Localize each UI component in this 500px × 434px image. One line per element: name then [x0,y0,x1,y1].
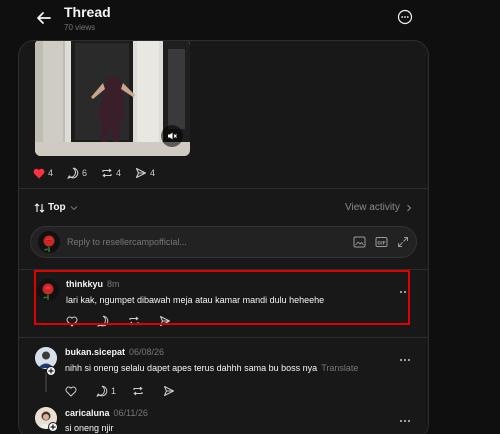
like-button[interactable]: 4 [33,168,53,179]
comment-reply-button[interactable] [97,315,112,327]
comment-text: lari kak, ngumpet dibawah meja atau kama… [66,295,325,305]
sort-dropdown[interactable]: Top [34,202,78,213]
speaker-muted-icon [168,132,177,140]
top-bar: Thread 70 views [0,0,500,40]
like-count: 4 [48,168,54,178]
svg-text:GIF: GIF [377,240,385,246]
reply-composer[interactable]: Reply to resellercampofficial... GIF [30,226,417,258]
mute-button[interactable] [161,125,183,147]
sort-label: Top [48,202,66,213]
post-video[interactable] [35,41,190,156]
comment-time: 06/11/26 [113,408,148,418]
expand-icon [398,237,408,247]
sort-arrows-icon [34,202,45,213]
send-icon [164,386,175,396]
more-circle-icon [397,9,413,25]
repost-icon [133,386,143,396]
comment-time: 8m [107,279,120,289]
more-options-button[interactable] [397,9,413,25]
comment-time: 06/08/26 [129,347,165,357]
comment-text: si oneng njir [65,423,114,433]
repost-button[interactable]: 4 [101,167,121,179]
comment-item: bukan.sicepat 06/08/26 nihh si oneng sela… [19,341,428,401]
comment-more-button[interactable] [399,410,411,423]
heart-icon [66,316,78,327]
username[interactable]: thinkkyu [66,279,103,289]
reply-count: 1 [111,386,117,396]
comment-share-button[interactable] [159,315,174,327]
page-title: Thread [64,4,111,20]
comment-username[interactable]: caricaluna 06/11/26 [65,408,148,418]
thread-panel: 4 6 4 4 Top View activity Reply to resel… [18,40,429,434]
comment-like-button[interactable] [65,386,80,397]
username[interactable]: caricaluna [65,408,110,418]
divider [19,269,428,270]
comment-username[interactable]: bukan.sicepat 06/08/26 [65,347,164,357]
comment-share-button[interactable] [163,385,178,397]
repost-count: 4 [116,168,122,178]
gif-button[interactable]: GIF [374,235,388,249]
gif-icon: GIF [375,237,387,247]
comment-item: caricaluna 06/11/26 si oneng njir [19,403,428,434]
plus-icon [50,424,56,430]
share-button[interactable]: 4 [135,167,155,179]
avatar[interactable] [35,347,57,369]
more-dots-icon [399,419,411,423]
image-icon [353,236,365,248]
avatar[interactable] [37,279,59,301]
comment-text: nihh si oneng selalu dapet apes terus da… [65,363,358,373]
rose-avatar-icon [38,231,60,253]
heart-icon [65,386,77,397]
own-avatar [38,231,60,253]
comment-icon [97,315,109,327]
rose-avatar-icon [37,279,59,301]
comment-repost-button[interactable] [128,315,143,327]
view-activity-link[interactable]: View activity [345,202,413,213]
more-dots-icon [399,290,411,294]
share-count: 4 [150,168,156,178]
comment-icon [67,167,79,179]
comment-actions [66,315,190,327]
send-icon [135,167,147,179]
comment-button[interactable]: 6 [67,167,87,179]
chevron-down-icon [70,205,77,210]
comment-item: thinkkyu 8m lari kak, ngumpet dibawah mej… [19,273,428,331]
comment-repost-button[interactable] [132,385,147,397]
more-dots-icon [399,358,411,362]
arrow-left-icon [37,12,51,24]
comment-more-button[interactable] [399,281,411,294]
send-icon [160,316,170,326]
divider [19,188,428,189]
divider [19,337,428,338]
person-avatar-icon [35,347,57,369]
follow-button[interactable] [46,366,56,376]
username[interactable]: bukan.sicepat [65,347,125,357]
back-button[interactable] [34,8,54,28]
comment-body: nihh si oneng selalu dapet apes terus da… [65,363,318,373]
translate-link[interactable]: Translate [321,363,358,373]
reply-input[interactable]: Reply to resellercampofficial... [67,237,187,247]
post-actions: 4 6 4 4 [33,165,169,181]
view-count: 70 views [64,23,96,32]
comment-like-button[interactable] [66,316,81,327]
plus-icon [48,368,54,374]
comment-count: 6 [82,168,88,178]
chevron-right-icon [406,204,412,211]
reply-tools: GIF [352,235,418,249]
expand-button[interactable] [396,235,410,249]
comment-icon [96,385,108,397]
comment-reply-button[interactable]: 1 [96,385,116,397]
repost-icon [129,316,139,326]
follow-button[interactable] [48,422,58,432]
thread-line [45,372,47,392]
image-button[interactable] [352,235,366,249]
heart-filled-icon [33,168,45,178]
comment-username[interactable]: thinkkyu 8m [66,279,120,289]
repost-icon [102,168,112,178]
comment-actions: 1 [65,385,194,397]
comment-more-button[interactable] [399,349,411,362]
view-activity-label: View activity [345,202,400,213]
